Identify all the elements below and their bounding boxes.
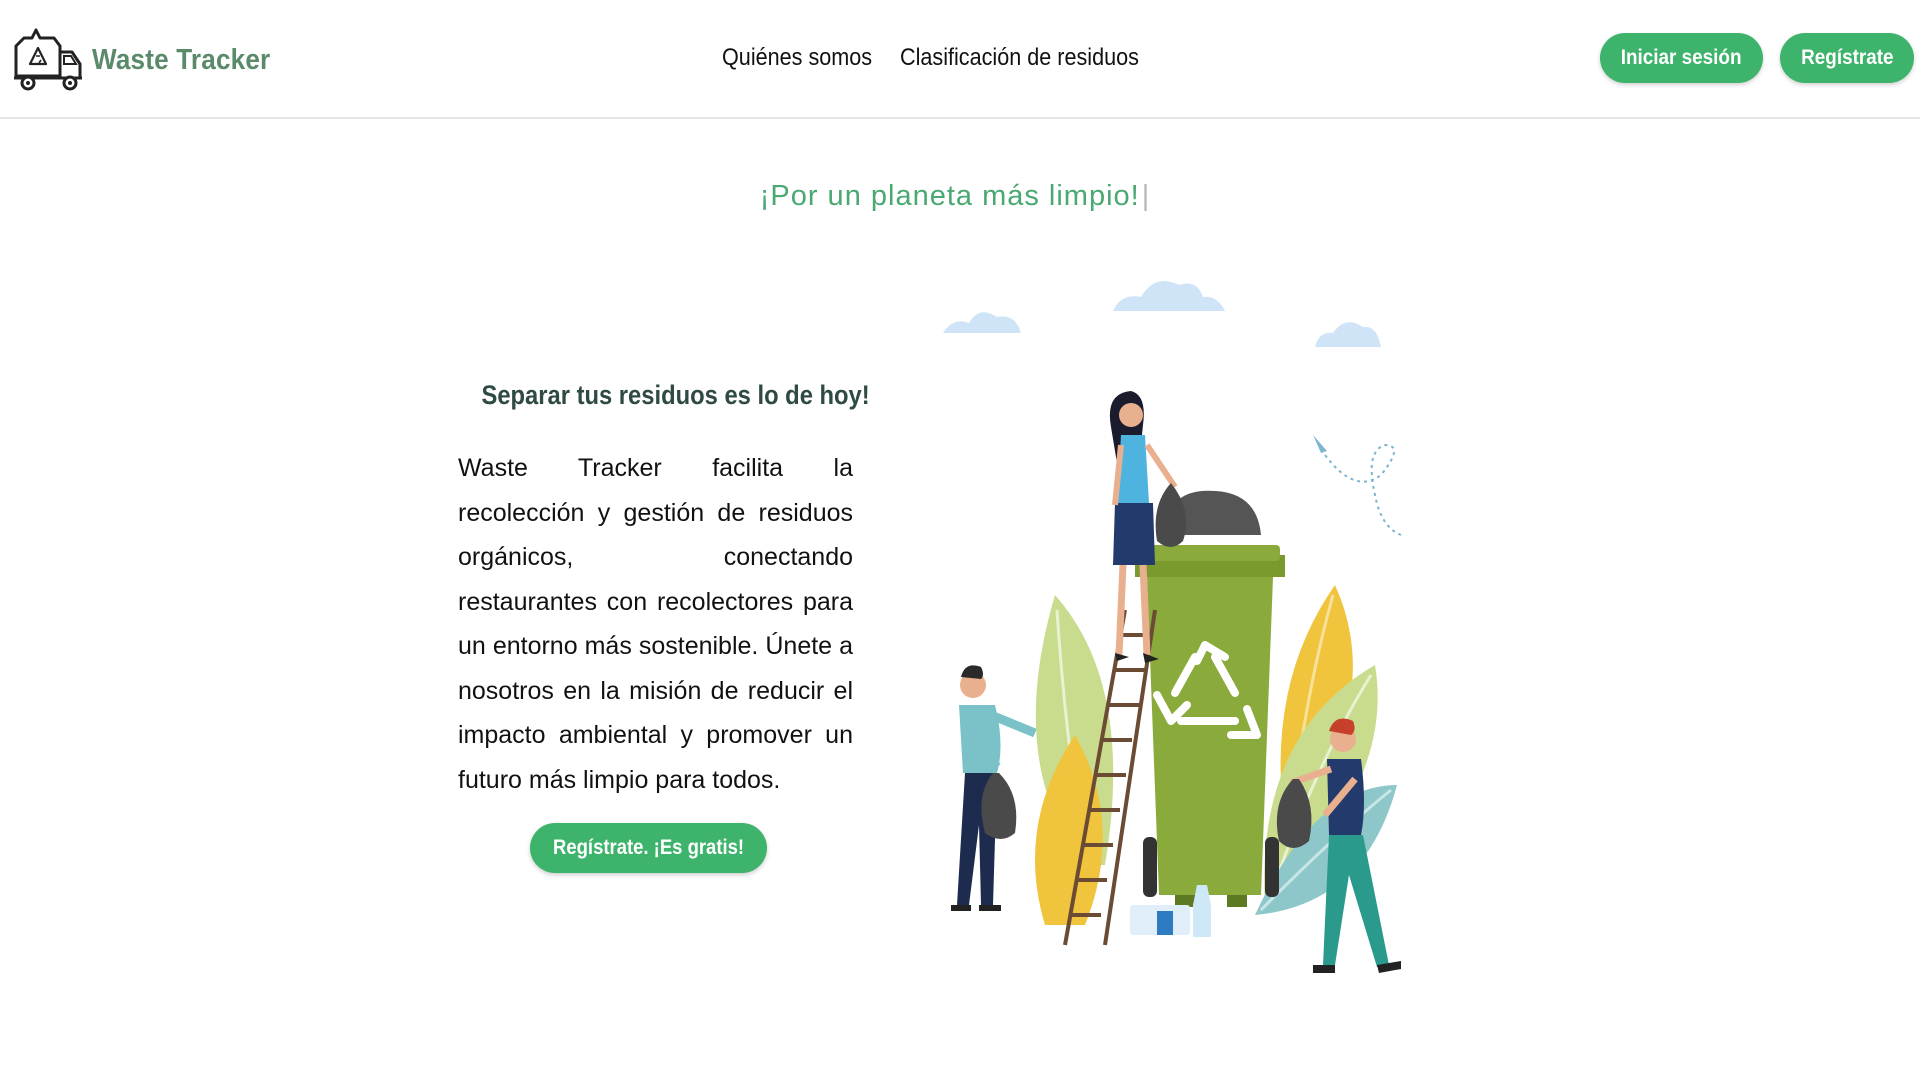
nav-link-quienes-somos[interactable]: Quiénes somos: [722, 44, 872, 72]
paper-plane-icon: [1313, 435, 1402, 536]
register-button[interactable]: Regístrate: [1780, 33, 1914, 83]
cloud-icon: [1315, 322, 1381, 347]
hero-subtitle-text: Separar tus residuos es lo de hoy!: [481, 380, 870, 410]
cta-register-free-button[interactable]: Regístrate. ¡Es gratis!: [530, 823, 767, 873]
cloud-icon: [1113, 281, 1225, 311]
login-button[interactable]: Iniciar sesión: [1600, 33, 1763, 83]
hero-tagline: ¡Por un planeta más limpio!|: [0, 180, 1910, 213]
man-figure-icon: [951, 665, 1037, 911]
brand-home-link[interactable]: Waste Tracker: [10, 26, 290, 94]
cta-register-free-label: Regístrate. ¡Es gratis!: [552, 836, 745, 859]
register-button-label: Regístrate: [1800, 46, 1894, 69]
top-navbar: Waste Tracker Quiénes somos Clasificació…: [0, 0, 1920, 119]
login-button-label: Iniciar sesión: [1621, 46, 1742, 69]
hero-subtitle: Separar tus residuos es lo de hoy!: [455, 380, 869, 411]
nav-link-clasificacion-residuos[interactable]: Clasificación de residuos: [900, 44, 1139, 72]
main-nav: Quiénes somos Clasificación de residuos: [722, 40, 1165, 76]
hero-description: Waste Tracker facilita la recolección y …: [458, 454, 853, 794]
recycling-truck-icon: [14, 28, 82, 91]
cloud-icon: [943, 312, 1021, 333]
brand-name: Waste Tracker: [92, 43, 271, 76]
typing-caret: |: [1141, 180, 1151, 212]
tagline-text: ¡Por un planeta más limpio!: [759, 180, 1140, 212]
recycling-bin-illustration-icon: [943, 281, 1402, 973]
